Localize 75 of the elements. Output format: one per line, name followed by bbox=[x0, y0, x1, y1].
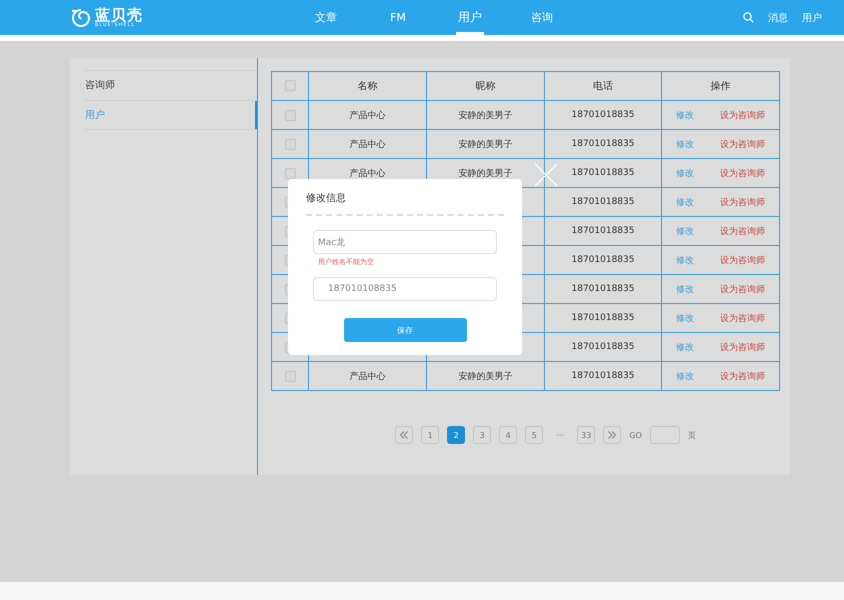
header-link[interactable]: 用户 bbox=[802, 10, 822, 24]
edit-link[interactable]: 修改 bbox=[676, 342, 694, 352]
set-consultant-link[interactable]: 设为咨询师 bbox=[720, 110, 765, 120]
nav-tab[interactable]: 用户 bbox=[434, 0, 506, 35]
page-button[interactable]: 1 bbox=[421, 426, 440, 444]
table-cell: 安静的美男子 bbox=[426, 130, 544, 158]
spiral-logo-icon bbox=[70, 8, 92, 28]
close-icon[interactable] bbox=[534, 163, 558, 187]
logo-text: 蓝贝壳 bbox=[95, 8, 143, 22]
set-consultant-link[interactable]: 设为咨询师 bbox=[720, 226, 765, 236]
page-button[interactable]: 2 bbox=[447, 426, 466, 444]
page-button[interactable]: 4 bbox=[499, 426, 518, 444]
go-label[interactable]: GO bbox=[629, 430, 642, 440]
row-checkbox[interactable] bbox=[284, 370, 296, 382]
page-button[interactable]: 33 bbox=[577, 426, 596, 444]
dialog-title: 修改信息 bbox=[306, 191, 504, 216]
set-consultant-link[interactable]: 设为咨询师 bbox=[720, 372, 765, 382]
column-header: 操作 bbox=[662, 72, 780, 100]
sidebar-item[interactable]: 用户 bbox=[83, 100, 257, 130]
page-unit-label: 页 bbox=[688, 430, 696, 440]
pagination-ellipsis: ··· bbox=[555, 430, 565, 440]
set-consultant-link[interactable]: 设为咨询师 bbox=[720, 256, 765, 266]
edit-link[interactable]: 修改 bbox=[676, 256, 694, 266]
edit-link[interactable]: 修改 bbox=[676, 226, 694, 236]
table-cell: 安静的美男子 bbox=[426, 100, 544, 130]
edit-link[interactable]: 修改 bbox=[676, 198, 694, 208]
column-header: 电话 bbox=[544, 72, 662, 100]
table-cell: 18701018835 bbox=[544, 158, 662, 188]
table-cell: 安静的美男子 bbox=[426, 362, 544, 390]
phone-input-field[interactable]: 187010108835 bbox=[313, 277, 497, 301]
nav-tab[interactable]: 咨询 bbox=[506, 0, 578, 35]
search-icon[interactable] bbox=[743, 12, 754, 23]
first-page-button[interactable] bbox=[395, 426, 414, 444]
table-cell: 18701018835 bbox=[544, 130, 662, 158]
save-button[interactable]: 保存 bbox=[344, 318, 466, 342]
last-page-button[interactable] bbox=[603, 426, 622, 444]
column-header: 昵称 bbox=[426, 72, 544, 100]
row-checkbox[interactable] bbox=[284, 138, 296, 150]
table-cell: 18701018835 bbox=[544, 188, 662, 216]
header-link[interactable]: 消息 bbox=[768, 10, 788, 24]
table-cell: 18701018835 bbox=[544, 216, 662, 246]
table-cell: 18701018835 bbox=[544, 246, 662, 274]
column-header: 名称 bbox=[308, 72, 426, 100]
table-cell: 产品中心 bbox=[308, 100, 426, 130]
name-input-field[interactable]: Mac龙 bbox=[313, 230, 497, 254]
set-consultant-link[interactable]: 设为咨询师 bbox=[720, 284, 765, 294]
set-consultant-link[interactable]: 设为咨询师 bbox=[720, 140, 765, 150]
set-consultant-link[interactable]: 设为咨询师 bbox=[720, 198, 765, 208]
set-consultant-link[interactable]: 设为咨询师 bbox=[720, 168, 765, 178]
double-chevron-left-icon bbox=[399, 431, 410, 439]
table-cell: 18701018835 bbox=[544, 100, 662, 130]
page-button[interactable]: 5 bbox=[525, 426, 544, 444]
double-chevron-right-icon bbox=[607, 431, 618, 439]
row-checkbox[interactable] bbox=[284, 110, 296, 120]
table-cell: 产品中心 bbox=[308, 362, 426, 390]
edit-link[interactable]: 修改 bbox=[676, 284, 694, 294]
edit-link[interactable]: 修改 bbox=[676, 314, 694, 324]
edit-link[interactable]: 修改 bbox=[676, 140, 694, 150]
table-cell: 18701018835 bbox=[544, 304, 662, 332]
table-cell: 18701018835 bbox=[544, 274, 662, 304]
sidebar-item[interactable]: 咨询师 bbox=[83, 70, 257, 100]
page-button[interactable]: 3 bbox=[473, 426, 492, 444]
table-cell: 18701018835 bbox=[544, 332, 662, 362]
edit-link[interactable]: 修改 bbox=[676, 168, 694, 178]
select-all-checkbox[interactable] bbox=[284, 80, 296, 92]
row-checkbox[interactable] bbox=[284, 168, 296, 178]
table-cell: 18701018835 bbox=[544, 362, 662, 390]
page-input[interactable] bbox=[650, 426, 680, 444]
table-cell: 产品中心 bbox=[308, 130, 426, 158]
set-consultant-link[interactable]: 设为咨询师 bbox=[720, 342, 765, 352]
nav-tab[interactable]: FM bbox=[362, 0, 434, 35]
nav-tab[interactable]: 文章 bbox=[290, 0, 362, 35]
edit-link[interactable]: 修改 bbox=[676, 372, 694, 382]
edit-link[interactable]: 修改 bbox=[676, 110, 694, 120]
set-consultant-link[interactable]: 设为咨询师 bbox=[720, 314, 765, 324]
